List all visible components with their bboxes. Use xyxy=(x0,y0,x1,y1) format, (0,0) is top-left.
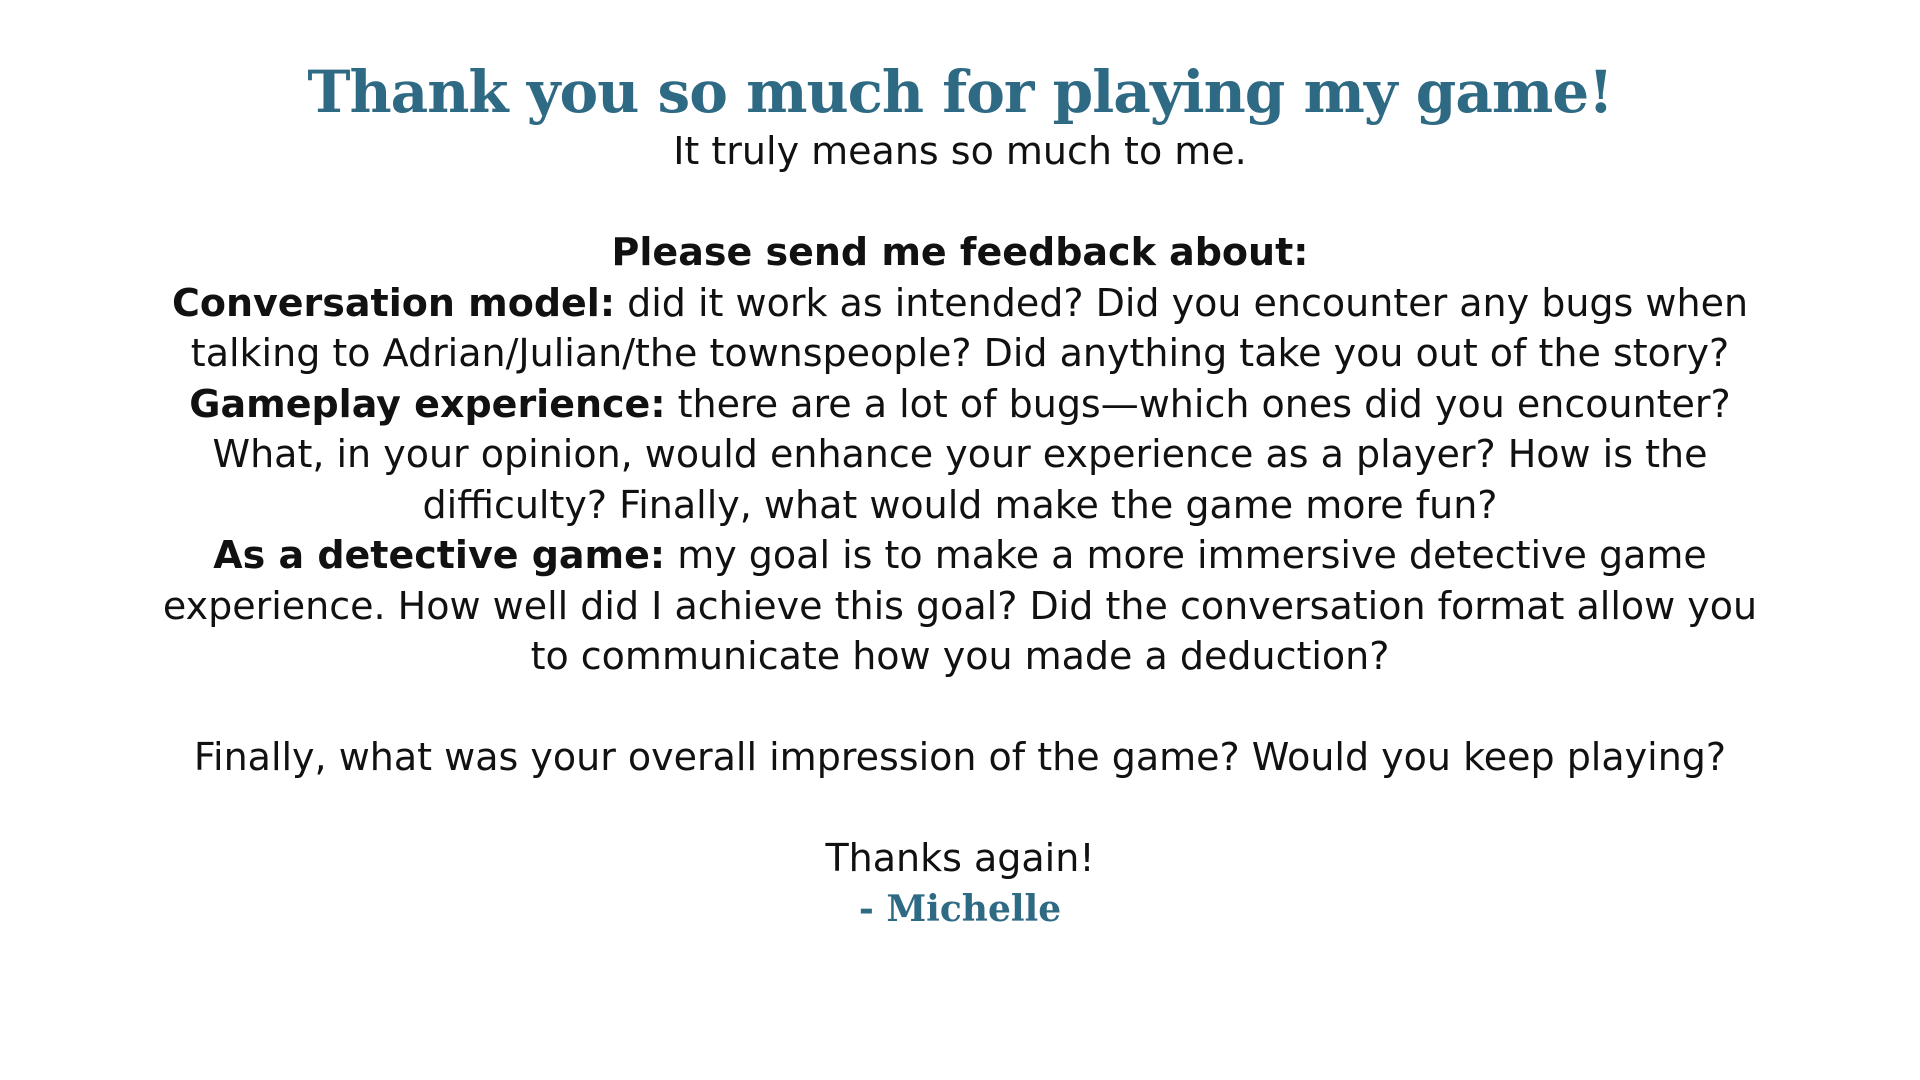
feedback-content: Thank you so much for playing my game! I… xyxy=(160,58,1760,934)
feedback-heading: Please send me feedback about: xyxy=(611,230,1309,274)
intro-text: It truly means so much to me. xyxy=(673,129,1247,173)
detective-game-paragraph: As a detective game: my goal is to make … xyxy=(160,530,1760,682)
overall-impression-question: Finally, what was your overall impressio… xyxy=(193,735,1727,779)
gameplay-experience-label: Gameplay experience: xyxy=(189,381,666,426)
signature: - Michelle xyxy=(858,887,1062,930)
feedback-screen: Thank you so much for playing my game! I… xyxy=(0,0,1920,1080)
thanks-again-text: Thanks again! xyxy=(825,836,1095,880)
gameplay-experience-paragraph: Gameplay experience: there are a lot of … xyxy=(160,379,1760,531)
conversation-model-paragraph: Conversation model: did it work as inten… xyxy=(160,278,1760,379)
thank-you-title: Thank you so much for playing my game! xyxy=(307,58,1613,126)
conversation-model-label: Conversation model: xyxy=(171,280,616,325)
detective-game-label: As a detective game: xyxy=(213,533,666,577)
